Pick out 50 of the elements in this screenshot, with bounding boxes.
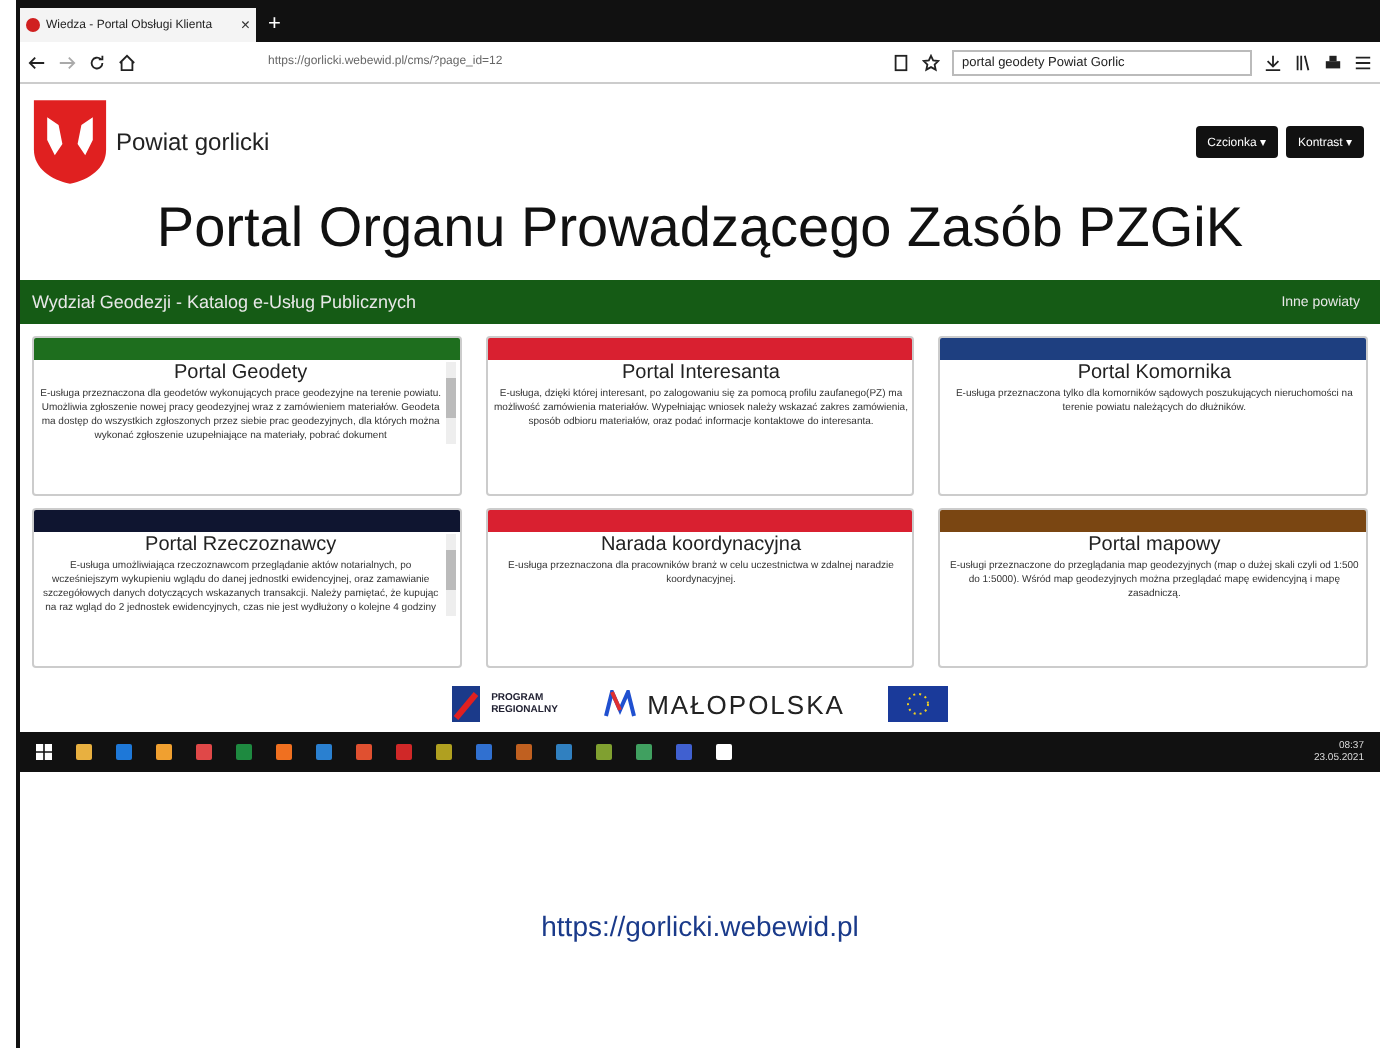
taskbar-app-icon[interactable] xyxy=(316,744,332,760)
card-title: Portal Interesanta xyxy=(620,362,782,384)
taskbar-app-icon[interactable] xyxy=(116,744,132,760)
printer-icon[interactable] xyxy=(1324,53,1342,71)
site-name: Powiat gorlicki xyxy=(116,128,270,156)
reload-icon[interactable] xyxy=(88,53,106,71)
taskbar-app-icon[interactable] xyxy=(596,744,612,760)
taskbar-app-icon[interactable] xyxy=(76,744,92,760)
taskbar-app-icon[interactable] xyxy=(396,744,412,760)
card-title: Portal Komornika xyxy=(1075,362,1234,384)
forward-icon[interactable] xyxy=(58,53,76,71)
taskbar-app-icon[interactable] xyxy=(196,744,212,760)
card-title: Portal mapowy xyxy=(1086,534,1223,556)
reader-icon[interactable] xyxy=(892,53,910,71)
scrollbar[interactable] xyxy=(445,362,456,444)
program-logo-icon xyxy=(451,686,480,722)
taskbar-app-icon[interactable] xyxy=(636,744,652,760)
taskbar-app-icon[interactable] xyxy=(236,744,252,760)
portal-link[interactable]: https://gorlicki.webewid.pl xyxy=(541,910,859,942)
taskbar-app-icon[interactable] xyxy=(476,744,492,760)
windows-start-icon[interactable] xyxy=(36,744,52,760)
home-icon[interactable] xyxy=(118,53,136,71)
service-card[interactable] xyxy=(32,336,462,496)
taskbar-app-icon[interactable] xyxy=(276,744,292,760)
star-icon[interactable] xyxy=(922,53,940,71)
m-logo-icon xyxy=(603,690,636,718)
card-title: Portal Rzeczoznawcy xyxy=(143,534,339,556)
taskbar-app-icon[interactable] xyxy=(156,744,172,760)
taskbar-app-icon[interactable] xyxy=(556,744,572,760)
region-logo-text: MAŁOPOLSKA xyxy=(647,689,845,719)
scrollbar[interactable] xyxy=(445,534,456,616)
taskbar-app-icon[interactable] xyxy=(436,744,452,760)
menu-icon[interactable] xyxy=(1354,53,1372,71)
favicon-icon xyxy=(26,18,40,32)
close-tab-button[interactable]: × xyxy=(240,16,250,34)
eu-flag-icon xyxy=(888,686,949,722)
coat-of-arms-icon xyxy=(32,98,108,186)
new-tab-button[interactable]: + xyxy=(268,11,281,35)
library-icon[interactable] xyxy=(1294,53,1312,71)
service-card[interactable] xyxy=(32,508,462,668)
page-title: Portal Organu Prowadzącego Zasób PZGiK xyxy=(154,196,1246,260)
department-title: Wydział Geodezji - Katalog e-Usług Publicznych xyxy=(32,292,417,312)
taskbar-app-icon[interactable] xyxy=(516,744,532,760)
taskbar-app-icon[interactable] xyxy=(356,744,372,760)
back-icon[interactable] xyxy=(28,53,46,71)
taskbar-app-icon[interactable] xyxy=(676,744,692,760)
taskbar-app-icon[interactable] xyxy=(716,744,732,760)
card-title: Narada koordynacyjna xyxy=(598,534,804,556)
card-title: Portal Geodety xyxy=(171,362,310,384)
download-icon[interactable] xyxy=(1264,53,1282,71)
